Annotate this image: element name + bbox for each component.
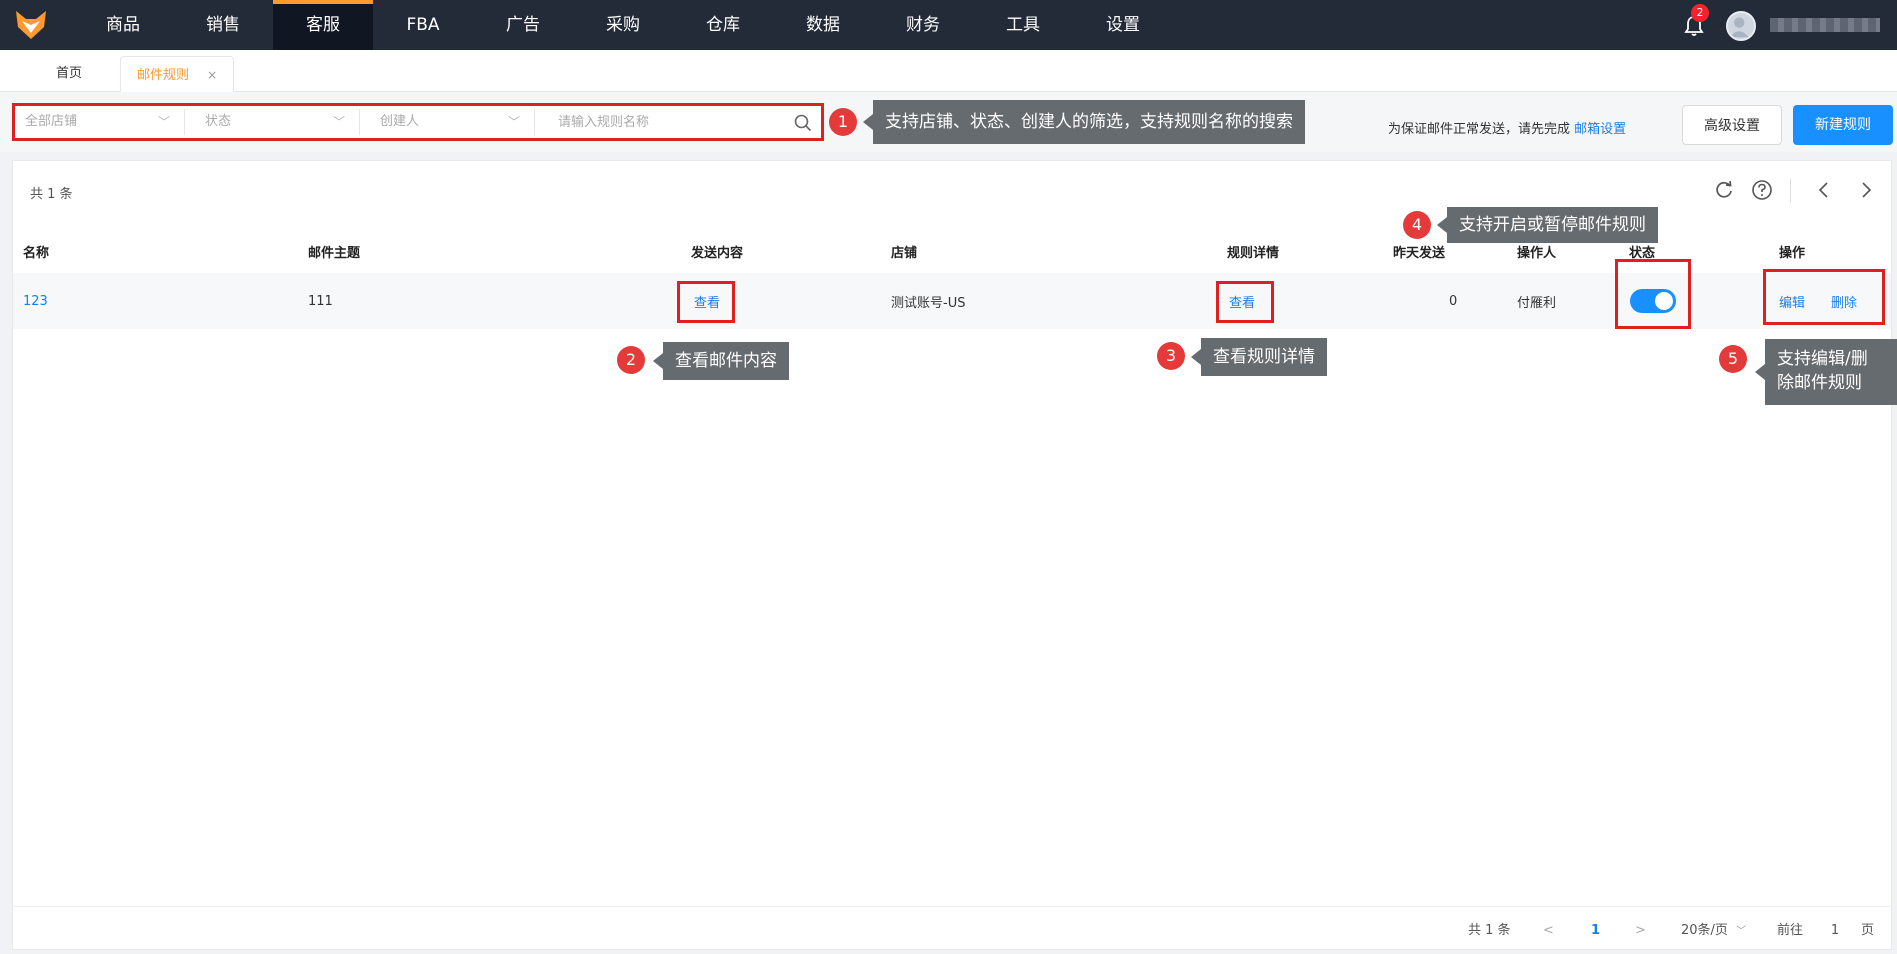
rule-name-link[interactable]: 123 <box>23 273 48 329</box>
shop-select[interactable]: 全部店铺 ﹀ <box>15 109 185 135</box>
tab-bar: 首页 邮件规则 × <box>0 50 1897 92</box>
fox-logo-icon[interactable] <box>14 9 48 41</box>
annotation-number-3: 3 <box>1157 342 1185 370</box>
nav-item-purchase[interactable]: 采购 <box>573 0 673 50</box>
tab-home[interactable]: 首页 <box>40 56 98 92</box>
header-subject: 邮件主题 <box>308 245 361 261</box>
nav-item-warehouse[interactable]: 仓库 <box>673 0 773 50</box>
chevron-down-icon: ﹀ <box>1736 926 1747 937</box>
nav-item-data[interactable]: 数据 <box>773 0 873 50</box>
highlight-box-content <box>677 281 735 323</box>
page-size-select[interactable]: 20条/页 ﹀ <box>1681 921 1746 941</box>
highlight-box-detail <box>1216 281 1274 323</box>
rule-sent-yesterday: 0 <box>1449 293 1458 309</box>
chevron-left-icon[interactable] <box>1813 179 1835 201</box>
top-nav: 商品 销售 客服 FBA 广告 采购 仓库 数据 财务 工具 设置 2 <box>0 0 1897 50</box>
chevron-right-icon[interactable] <box>1855 179 1877 201</box>
filter-group: 全部店铺 ﹀ 状态 ﹀ 创建人 ﹀ <box>12 103 824 141</box>
nav-item-settings[interactable]: 设置 <box>1073 0 1173 50</box>
creator-select[interactable]: 创建人 ﹀ <box>370 109 535 135</box>
annotation-number-4: 4 <box>1403 211 1431 239</box>
search-icon[interactable] <box>794 114 812 132</box>
nav-item-ads[interactable]: 广告 <box>473 0 573 50</box>
annotation-callout-3: 查看规则详情 <box>1191 338 1327 376</box>
pagination-next[interactable]: > <box>1635 921 1646 941</box>
nav-item-products[interactable]: 商品 <box>73 0 173 50</box>
annotation-callout-2: 查看邮件内容 <box>653 342 789 380</box>
status-select-value: 状态 <box>205 114 232 129</box>
annotation-callout-5-line2: 除邮件规则 <box>1777 373 1862 393</box>
annotation-number-2: 2 <box>617 346 645 374</box>
rule-name-search-input[interactable] <box>550 109 810 135</box>
notification-badge: 2 <box>1691 4 1709 22</box>
rule-operator: 付雁利 <box>1517 295 1557 311</box>
highlight-box-toggle <box>1615 259 1691 329</box>
email-setup-notice: 为保证邮件正常发送，请先完成 邮箱设置 <box>1388 118 1626 137</box>
username-blurred[interactable] <box>1770 18 1880 32</box>
nav-item-sales[interactable]: 销售 <box>173 0 273 50</box>
header-detail: 规则详情 <box>1227 245 1280 261</box>
nav-item-customer-service[interactable]: 客服 <box>273 0 373 50</box>
new-rule-button[interactable]: 新建规则 <box>1793 105 1893 145</box>
highlight-box-actions <box>1763 269 1885 325</box>
chevron-down-icon: ﹀ <box>332 115 345 129</box>
shop-select-value: 全部店铺 <box>25 114 78 129</box>
user-icon <box>1729 17 1749 38</box>
nav-item-finance[interactable]: 财务 <box>873 0 973 50</box>
annotation-callout-5: 支持编辑/删 除邮件规则 <box>1755 339 1897 405</box>
tab-email-rules-label: 邮件规则 <box>137 68 190 83</box>
chevron-down-icon: ﹀ <box>157 115 170 129</box>
avatar[interactable] <box>1726 11 1756 41</box>
goto-page-input[interactable]: 1 <box>1821 921 1849 941</box>
advanced-settings-button[interactable]: 高级设置 <box>1682 105 1782 145</box>
nav-item-fba[interactable]: FBA <box>373 0 473 50</box>
creator-select-value: 创建人 <box>380 114 420 129</box>
status-select[interactable]: 状态 ﹀ <box>195 109 360 135</box>
rule-subject: 111 <box>308 293 333 309</box>
annotation-callout-4: 支持开启或暂停邮件规则 <box>1437 207 1658 243</box>
pagination-page[interactable]: 1 <box>1591 921 1600 941</box>
close-icon[interactable]: × <box>207 68 217 82</box>
tab-email-rules[interactable]: 邮件规则 × <box>120 56 235 92</box>
footer-divider <box>13 906 1891 907</box>
pagination-prev[interactable]: < <box>1543 921 1554 941</box>
help-icon[interactable] <box>1751 179 1773 201</box>
pagination-total: 共 1 条 <box>1468 923 1511 938</box>
rules-panel: 共 1 条 名称 邮件主题 发送内容 店铺 规则详情 昨天发送 操作人 状态 操… <box>12 160 1897 950</box>
notice-text: 为保证邮件正常发送，请先完成 <box>1388 122 1571 137</box>
annotation-number-1: 1 <box>829 108 857 136</box>
rule-shop: 测试账号-US <box>891 295 966 311</box>
goto-label: 前往 <box>1777 923 1804 938</box>
annotation-callout-5-line1: 支持编辑/删 <box>1777 349 1868 369</box>
total-count: 共 1 条 <box>30 187 73 202</box>
annotation-callout-1: 支持店铺、状态、创建人的筛选，支持规则名称的搜索 <box>863 100 1305 144</box>
nav-item-tools[interactable]: 工具 <box>973 0 1073 50</box>
goto-suffix: 页 <box>1861 923 1875 938</box>
toolbar-divider <box>1790 179 1791 203</box>
header-name: 名称 <box>23 245 50 261</box>
header-actions: 操作 <box>1779 245 1806 261</box>
refresh-icon[interactable] <box>1713 179 1735 201</box>
header-shop: 店铺 <box>891 245 918 261</box>
annotation-number-5: 5 <box>1719 345 1747 373</box>
header-content: 发送内容 <box>691 245 744 261</box>
mailbox-settings-link[interactable]: 邮箱设置 <box>1574 122 1626 137</box>
page-size-value: 20条/页 <box>1681 923 1728 938</box>
table-row: 123 111 查看 测试账号-US 查看 0 付雁利 编辑 删除 <box>13 273 1891 329</box>
chevron-down-icon: ﹀ <box>507 115 520 129</box>
